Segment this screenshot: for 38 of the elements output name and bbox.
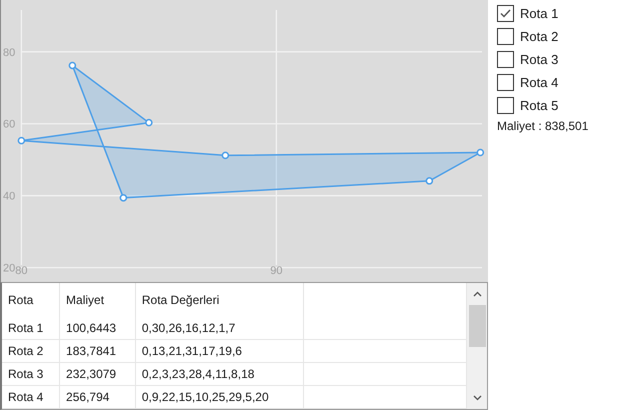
table-cell: 0,13,21,31,17,19,6 [135, 340, 304, 362]
scrollbar[interactable] [467, 283, 487, 409]
table-cell: Rota 2 [2, 340, 60, 362]
route-checkbox[interactable]: Rota 3 [497, 49, 637, 70]
route-point [68, 62, 76, 70]
table-cell: 0,30,26,16,12,1,7 [135, 317, 304, 340]
route-point [222, 152, 230, 160]
route-point [426, 177, 434, 185]
x-tick-label: 90 [270, 265, 282, 277]
route-checkbox[interactable]: Rota 5 [497, 95, 637, 116]
route-point [18, 136, 26, 144]
route-point [120, 194, 128, 202]
check-icon [500, 9, 511, 18]
table-cell: 100,6443 [60, 317, 136, 340]
scroll-down-icon[interactable] [472, 395, 482, 401]
y-tick-label: 20 [3, 262, 16, 275]
y-tick-label: 40 [3, 190, 16, 203]
route-checkbox[interactable]: Rota 2 [497, 26, 637, 47]
table-cell: 256,794 [60, 386, 136, 408]
x-tick-label: 80 [15, 265, 28, 277]
route-checkbox[interactable]: Rota 4 [497, 72, 637, 93]
table-cell: 0,9,22,15,10,25,29,5,20 [135, 386, 304, 408]
table-cell: Rota 3 [2, 362, 60, 386]
column-header[interactable]: Maliyet [60, 283, 136, 317]
route-checkbox[interactable]: Rota 1 [497, 3, 637, 24]
table-cell: 183,7841 [60, 340, 136, 362]
table-cell: Rota 1 [2, 317, 60, 340]
table-cell: 0,2,3,23,28,4,11,8,18 [135, 362, 304, 386]
cost-label: Maliyet : 838,501 [497, 119, 590, 133]
y-tick-label: 60 [3, 118, 16, 131]
y-tick-label: 80 [3, 46, 16, 59]
table-cell: 232,3079 [60, 362, 136, 386]
column-header[interactable]: Rota [2, 283, 60, 317]
route-point [145, 118, 153, 126]
scroll-up-icon[interactable] [472, 291, 482, 297]
route-point [476, 148, 484, 156]
table-cell: Rota 4 [2, 386, 60, 408]
column-header[interactable]: Rota Değerleri [135, 283, 304, 317]
